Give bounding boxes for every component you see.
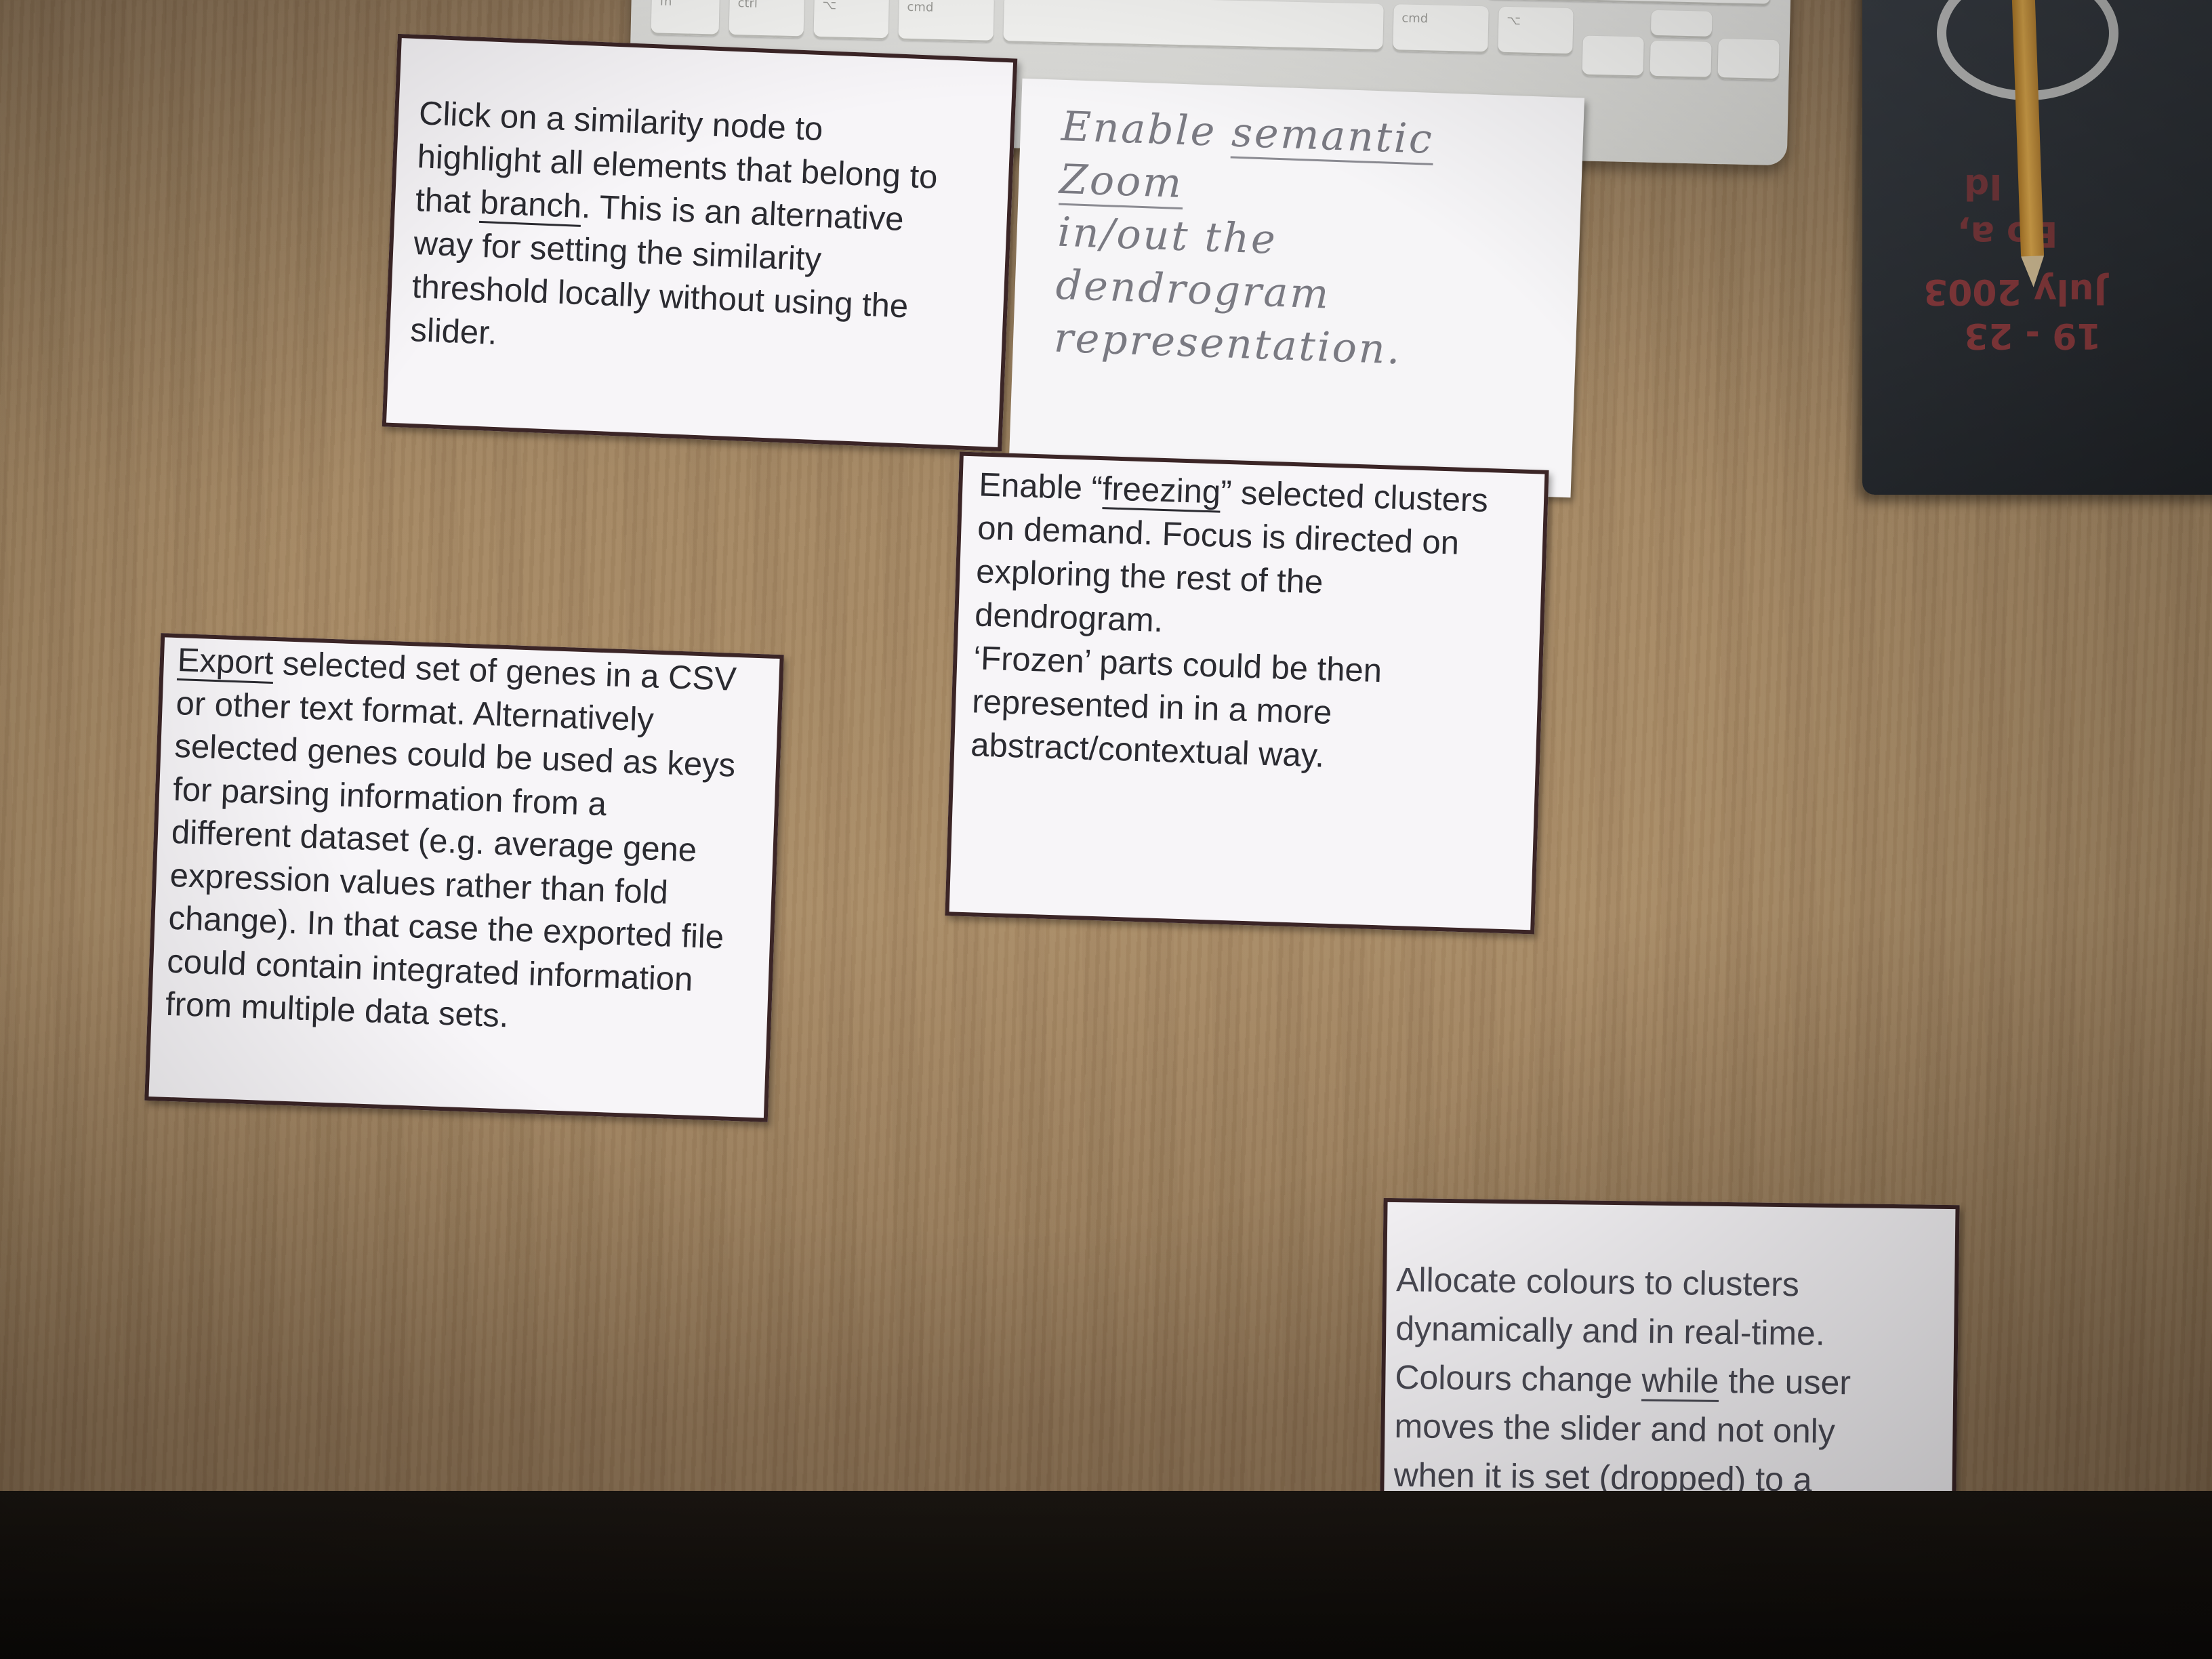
key-fn: fn	[651, 0, 720, 37]
card-similarity-node-text: Click on a similarity node to highlight …	[409, 95, 939, 352]
card-semantic-zoom-handwriting: Enable semantic Zoom in/out the dendrogr…	[1052, 102, 1435, 374]
key-command: cmd	[898, 0, 994, 43]
key-option: ⌥	[813, 0, 889, 41]
book-date-days: 19 - 23	[1964, 315, 2102, 356]
card-similarity-node: Click on a similarity node to highlight …	[382, 33, 1018, 452]
card-export-text: Export selected set of genes in a CSV or…	[165, 642, 737, 1035]
key-arrow-down	[1650, 40, 1712, 79]
book-date-month: July 2003	[1923, 271, 2107, 312]
key-arrow-right	[1717, 39, 1780, 81]
card-freezing-text: Enable “freezing” selected clusters on d…	[970, 466, 1489, 775]
desk-shadow-edge	[0, 1491, 2212, 1659]
card-semantic-zoom: Enable semantic Zoom in/out the dendrogr…	[1008, 78, 1585, 498]
key-space	[1003, 0, 1384, 52]
card-freezing: Enable “freezing” selected clusters on d…	[945, 451, 1549, 935]
key-option-right: ⌥	[1498, 6, 1574, 56]
key-ctrl: ctrl	[729, 0, 805, 39]
key-command-right: cmd	[1393, 4, 1489, 54]
card-export: Export selected set of genes in a CSV or…	[144, 633, 784, 1122]
key-arrow-up	[1650, 9, 1713, 39]
key-shift-right	[1485, 0, 1771, 6]
key-arrow-left	[1582, 35, 1644, 78]
book-title-fragment: Id	[1964, 166, 2003, 207]
